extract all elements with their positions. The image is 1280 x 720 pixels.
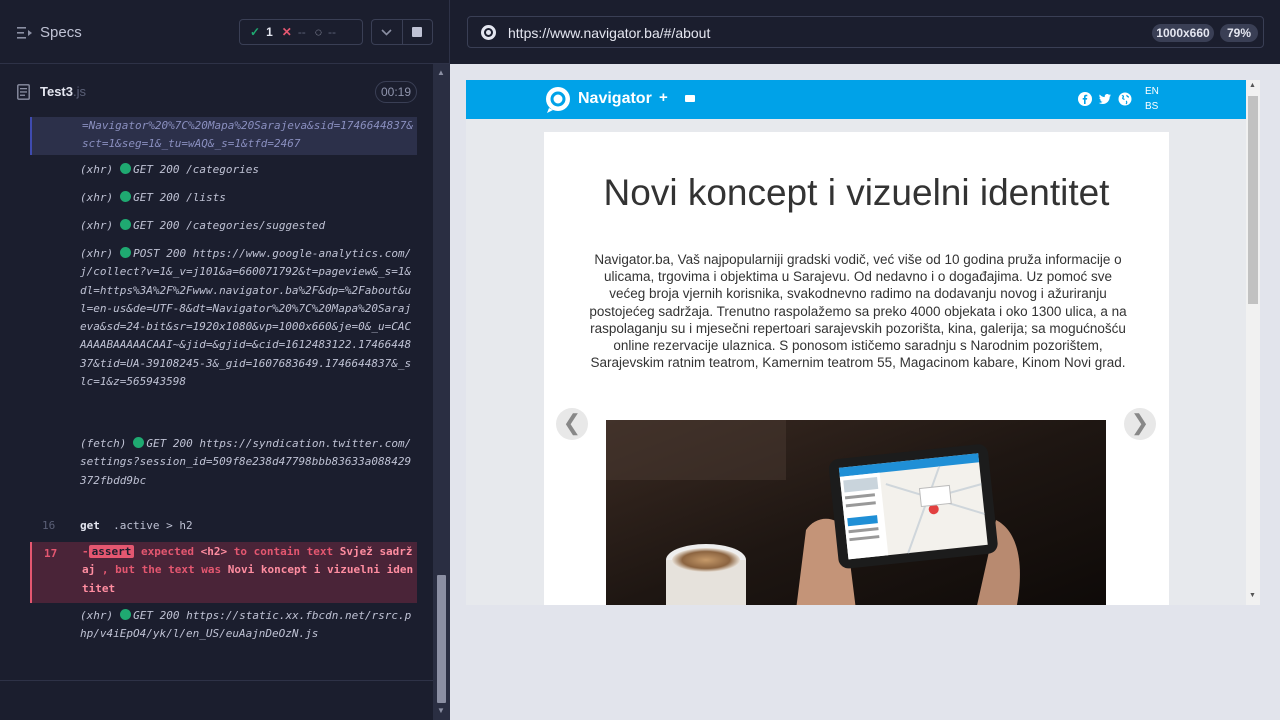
url-text[interactable]: https://www.navigator.ba/#/about xyxy=(508,25,710,41)
add-place-button[interactable]: + xyxy=(659,89,668,106)
command-name: get xyxy=(80,519,100,532)
runner-panel: Specs ✓ 1 ✕ -- ◌ -- Test3.js 00:19 =Navi… xyxy=(0,0,450,720)
viewport-badge[interactable]: 1000x660 xyxy=(1152,24,1214,42)
log-entry-url[interactable]: =Navigator%20%7C%20Mapa%20Sarajeva&sid=1… xyxy=(30,117,417,155)
pending-icon: ◌ xyxy=(314,25,322,39)
about-paragraph: Navigator.ba, Vaš najpopularniji gradski… xyxy=(589,252,1127,371)
failed-count: -- xyxy=(297,25,306,39)
test-stats: ✓ 1 ✕ -- ◌ -- xyxy=(239,19,363,45)
carousel-prev-button[interactable]: ❮ xyxy=(556,408,588,440)
tablet-photo xyxy=(606,420,1106,605)
check-icon: ✓ xyxy=(250,25,261,39)
spec-file-base: Test3 xyxy=(40,84,73,99)
divider xyxy=(0,680,433,681)
carousel-next-button[interactable]: ❯ xyxy=(1124,408,1156,440)
log-step-get[interactable]: 16 get .active > h2 xyxy=(30,517,417,537)
url-bar[interactable]: https://www.navigator.ba/#/about 1000x66… xyxy=(467,16,1264,48)
scroll-up-icon[interactable]: ▲ xyxy=(437,68,445,77)
scroll-down-icon[interactable]: ▼ xyxy=(437,706,445,715)
run-timer: 00:19 xyxy=(375,81,417,103)
spec-file-name[interactable]: Test3.js xyxy=(40,84,86,99)
about-content: Novi koncept i vizuelni identitet Naviga… xyxy=(544,132,1169,605)
passed-count: 1 xyxy=(266,25,273,39)
specs-label[interactable]: Specs xyxy=(40,24,82,41)
assert-element: <h2> xyxy=(200,545,228,558)
success-dot-icon xyxy=(120,219,132,230)
step-number: 17 xyxy=(44,547,58,560)
spec-file-header: Test3.js 00:19 xyxy=(0,65,430,119)
specs-list-icon[interactable] xyxy=(17,26,33,40)
twitter-icon[interactable] xyxy=(1098,92,1112,106)
brand-name[interactable]: Navigator xyxy=(578,90,652,108)
x-icon: ✕ xyxy=(281,25,292,39)
run-controls xyxy=(371,19,433,45)
command-log: =Navigator%20%7C%20Mapa%20Sarajeva&sid=1… xyxy=(30,117,417,667)
url-fragment: =Navigator%20%7C%20Mapa%20Sarajeva&sid=1… xyxy=(82,119,414,151)
success-dot-icon xyxy=(120,609,132,620)
navigator-logo-icon[interactable] xyxy=(544,86,572,114)
success-dot-icon xyxy=(133,437,145,448)
passed-stat: ✓ 1 xyxy=(250,25,273,39)
feedback-icon[interactable] xyxy=(685,95,695,102)
request-text: GET 200 /categories xyxy=(133,163,259,176)
site-header: Navigator + EN BS xyxy=(466,80,1246,119)
facebook-icon[interactable] xyxy=(1078,92,1092,106)
pending-count: -- xyxy=(327,25,336,39)
chevron-down-icon xyxy=(381,28,393,36)
request-text: POST 200 https://www.google-analytics.co… xyxy=(80,247,412,389)
app-under-test: Navigator + EN BS Novi koncept i vizueln… xyxy=(466,80,1260,605)
log-scrollbar-thumb[interactable] xyxy=(437,575,446,703)
assert-pre: expected xyxy=(141,545,194,558)
zoom-badge[interactable]: 79% xyxy=(1220,24,1258,42)
success-dot-icon xyxy=(120,191,132,202)
request-text: GET 200 /categories/suggested xyxy=(133,219,326,232)
request-type: (xhr) xyxy=(80,247,114,260)
selector-playground-icon[interactable] xyxy=(480,24,497,41)
pending-stat: ◌ -- xyxy=(315,25,336,39)
page-scroll-down-icon[interactable]: ▼ xyxy=(1249,592,1256,599)
assert-post: , but the text was xyxy=(101,563,222,577)
request-type: (fetch) xyxy=(80,437,127,450)
assert-mid: to contain text xyxy=(233,545,334,558)
success-dot-icon xyxy=(120,163,132,174)
request-type: (xhr) xyxy=(80,191,114,204)
request-type: (xhr) xyxy=(80,609,114,622)
request-text: GET 200 https://syndication.twitter.com/… xyxy=(80,437,412,487)
failed-stat: ✕ -- xyxy=(282,25,306,39)
request-text: GET 200 /lists xyxy=(133,191,226,204)
page-scroll-up-icon[interactable]: ▲ xyxy=(1249,82,1256,89)
file-icon xyxy=(17,84,30,100)
stop-icon xyxy=(412,27,423,37)
lang-bs-link[interactable]: BS xyxy=(1145,101,1158,112)
specs-bar: Specs ✓ 1 ✕ -- ◌ -- xyxy=(0,0,450,64)
spec-file-ext: .js xyxy=(73,84,86,99)
request-type: (xhr) xyxy=(80,163,114,176)
globe-icon[interactable] xyxy=(1118,92,1132,106)
assert-label: assert xyxy=(88,545,135,558)
command-selector: .active > h2 xyxy=(113,519,193,532)
request-type: (xhr) xyxy=(80,219,114,232)
app-preview-panel: https://www.navigator.ba/#/about 1000x66… xyxy=(450,0,1280,720)
about-title: Novi koncept i vizuelni identitet xyxy=(603,172,1110,213)
step-number: 16 xyxy=(42,519,56,532)
log-step-assert-failed[interactable]: 17 - assert expected <h2> to contain text… xyxy=(30,542,417,603)
success-dot-icon xyxy=(120,247,132,258)
stop-button[interactable] xyxy=(401,20,432,44)
page-scrollbar-thumb[interactable] xyxy=(1248,96,1258,304)
lang-en-link[interactable]: EN xyxy=(1145,86,1159,97)
browser-bar: https://www.navigator.ba/#/about 1000x66… xyxy=(450,0,1280,64)
expand-button[interactable] xyxy=(372,20,402,44)
